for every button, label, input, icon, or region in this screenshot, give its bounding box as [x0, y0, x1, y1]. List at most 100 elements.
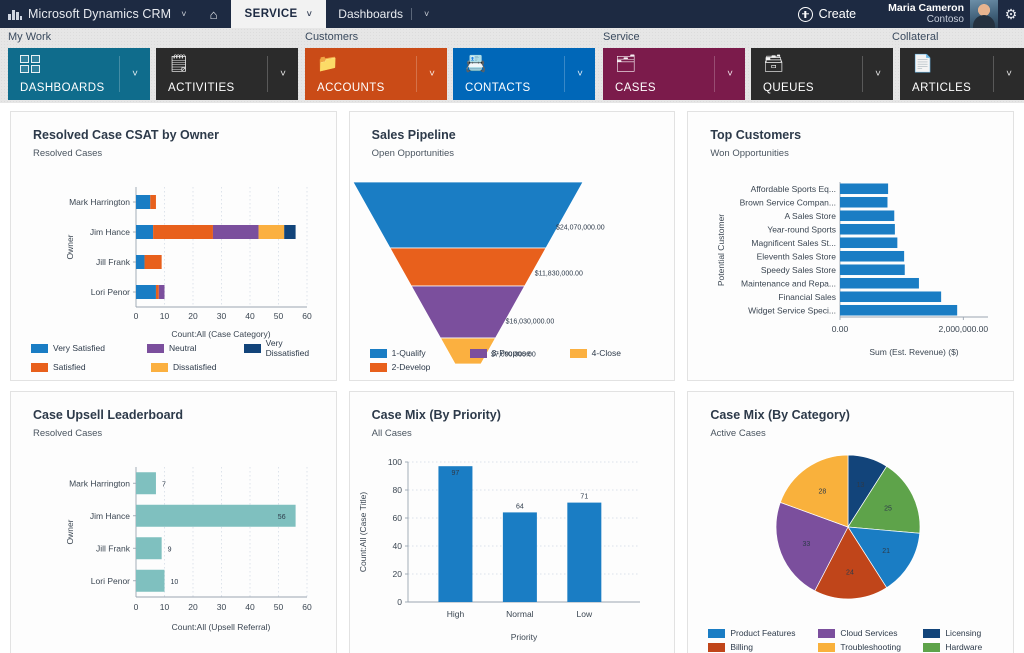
funnel-value-label: $11,830,000.00 — [534, 270, 582, 277]
legend-item-close[interactable]: 4-Close — [569, 348, 621, 358]
avatar[interactable] — [970, 0, 998, 28]
bar-segment[interactable] — [150, 195, 156, 209]
legend-item-billing[interactable]: Billing — [708, 642, 818, 652]
tile-activities[interactable]: 🗒 ˅ ACTIVITIES — [156, 48, 298, 100]
bar-segment[interactable] — [144, 255, 162, 269]
legend-item-neutral[interactable]: Neutral — [146, 338, 244, 358]
bar-segment[interactable] — [158, 285, 165, 299]
chevron-down-icon[interactable]: ˅ — [132, 69, 138, 80]
bar[interactable] — [502, 512, 537, 602]
folder-icon: 📁 — [317, 54, 339, 73]
y-tick-label: Lori Penor — [91, 576, 130, 586]
bar-segment[interactable] — [284, 225, 296, 239]
bar[interactable] — [136, 569, 165, 592]
create-button[interactable]: Create — [784, 6, 871, 22]
legend-item-troubleshooting[interactable]: Troubleshooting — [818, 642, 923, 652]
chart-card-priority[interactable]: Case Mix (By Priority) All Cases 97 64 71 … — [348, 391, 676, 653]
divider — [416, 56, 417, 92]
chevron-down-icon[interactable]: ˅ — [181, 9, 186, 19]
chart-card-csat[interactable]: Resolved Case CSAT by Owner Resolved Cas… — [10, 111, 337, 381]
chevron-down-icon[interactable]: ˅ — [875, 69, 881, 80]
legend-item-very-dissatisfied[interactable]: Very Dissatisfied — [243, 338, 326, 358]
bar[interactable] — [136, 537, 162, 560]
chart-card-top-customers[interactable]: Top Customers Won Opportunities Affordab… — [687, 111, 1014, 381]
bar-segment[interactable] — [153, 225, 213, 239]
chevron-down-icon[interactable]: ˅ — [727, 69, 733, 80]
user-info[interactable]: Maria Cameron Contoso — [870, 2, 970, 26]
bar[interactable] — [840, 264, 906, 276]
create-label: Create — [818, 7, 857, 21]
y-tick-label: 0 — [397, 597, 402, 607]
bar-segment[interactable] — [212, 225, 259, 239]
chart-plot-priority: 97 64 71 High Normal Low 0 20 40 60 80 100 Priori… — [350, 442, 675, 653]
chevron-down-icon[interactable]: ˅ — [429, 69, 435, 80]
home-button[interactable]: ⌂ — [197, 0, 231, 28]
legend-item-qualify[interactable]: 1-Qualify — [369, 348, 470, 358]
chevron-down-icon[interactable]: ˅ — [280, 69, 286, 80]
x-tick-label: 40 — [245, 311, 255, 321]
tile-contacts[interactable]: 📇 ˅ CONTACTS — [453, 48, 595, 100]
bar-segment[interactable] — [136, 285, 156, 299]
tab-service[interactable]: SERVICE ˅ — [230, 0, 327, 28]
bar[interactable] — [438, 466, 473, 602]
settings-button[interactable]: ⚙ — [998, 6, 1024, 23]
chart-card-sales-pipeline[interactable]: Sales Pipeline Open Opportunities $24,07… — [348, 111, 676, 381]
y-tick-label: Magnificent Sales St... — [752, 238, 837, 248]
legend-item-very-satisfied[interactable]: Very Satisfied — [31, 338, 147, 358]
funnel-segment[interactable] — [388, 247, 547, 287]
bar[interactable] — [840, 183, 889, 195]
chart-card-category[interactable]: Case Mix (By Category) Active Cases 13 25… — [687, 391, 1014, 653]
funnel-segment[interactable] — [410, 285, 526, 339]
legend-item-propose[interactable]: 3-Propose — [469, 348, 570, 358]
card-subtitle: Active Cases — [710, 428, 766, 439]
bar-segment[interactable] — [258, 225, 285, 239]
chart-card-upsell[interactable]: Case Upsell Leaderboard Resolved Cases 7… — [10, 391, 337, 653]
legend-item-product-features[interactable]: Product Features — [708, 628, 818, 638]
bar-value-label: 9 — [168, 546, 172, 553]
upsell-svg: 7 56 9 10 Mark Harrington Jim Hance Jill Fran… — [65, 467, 312, 632]
chevron-down-icon[interactable]: ˅ — [577, 69, 583, 80]
bar-segment[interactable] — [136, 195, 151, 209]
breadcrumb-dashboards[interactable]: Dashboards ˅ — [326, 0, 441, 28]
legend-item-satisfied[interactable]: Satisfied — [31, 362, 151, 372]
legend-item-hardware[interactable]: Hardware — [923, 642, 982, 652]
y-tick-label: Jill Frank — [96, 257, 131, 267]
bar[interactable] — [840, 210, 895, 222]
tile-articles[interactable]: 📄 ˅ ARTICLES — [900, 48, 1024, 100]
chevron-down-icon[interactable]: ˅ — [1006, 69, 1012, 80]
bar[interactable] — [840, 196, 888, 208]
tile-queues[interactable]: 🗃 ˅ QUEUES — [751, 48, 893, 100]
bar[interactable] — [840, 237, 898, 249]
product-logo-button[interactable]: Microsoft Dynamics CRM ˅ — [0, 0, 197, 28]
dashboard-grid-icon — [20, 55, 40, 73]
funnel-value-label: $16,030,000.00 — [505, 318, 554, 325]
bar-segment[interactable] — [136, 225, 154, 239]
legend-label: Very Dissatisfied — [265, 338, 310, 358]
bar[interactable] — [840, 223, 896, 235]
tile-group-my-work: My Work — [8, 31, 52, 43]
bar[interactable] — [136, 504, 296, 527]
funnel-segment[interactable] — [351, 181, 584, 249]
y-tick-label: 40 — [392, 541, 402, 551]
bar[interactable] — [136, 472, 156, 495]
legend-item-cloud-services[interactable]: Cloud Services — [818, 628, 923, 638]
tile-queues-label: QUEUES — [763, 82, 814, 94]
chevron-down-icon[interactable]: ˅ — [424, 9, 429, 19]
dynamics-logo-icon — [8, 8, 22, 20]
bar[interactable] — [566, 502, 601, 602]
chevron-down-icon[interactable]: ˅ — [307, 9, 313, 19]
bar[interactable] — [840, 250, 905, 262]
bar-segment[interactable] — [155, 285, 159, 299]
bar[interactable] — [840, 291, 942, 303]
bar-segment[interactable] — [136, 255, 145, 269]
bar[interactable] — [840, 304, 958, 316]
tile-cases[interactable]: 🗂 ˅ CASES — [603, 48, 745, 100]
legend-swatch-icon — [818, 628, 836, 638]
bar[interactable] — [840, 277, 920, 289]
bar-value-label: 71 — [580, 494, 588, 501]
tile-accounts[interactable]: 📁 ˅ ACCOUNTS — [305, 48, 447, 100]
legend-item-dissatisfied[interactable]: Dissatisfied — [151, 362, 251, 372]
tile-dashboards[interactable]: ˅ DASHBOARDS — [8, 48, 150, 100]
legend-item-licensing[interactable]: Licensing — [923, 628, 981, 638]
legend-item-develop[interactable]: 2-Develop — [369, 362, 470, 372]
